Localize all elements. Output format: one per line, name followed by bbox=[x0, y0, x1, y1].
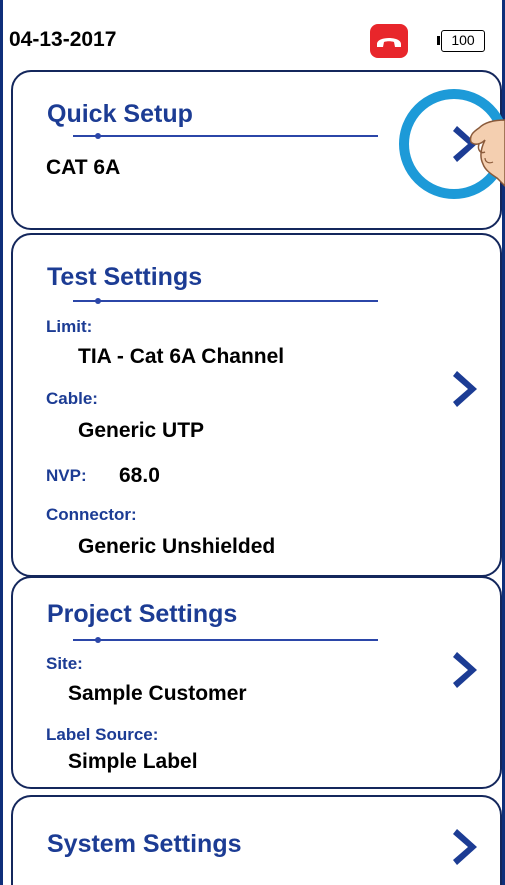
divider bbox=[73, 298, 378, 304]
cable-value: Generic UTP bbox=[78, 419, 205, 442]
project-settings-card[interactable]: Project Settings Site: Sample Customer L… bbox=[11, 576, 502, 789]
nvp-label: NVP: bbox=[46, 466, 87, 485]
chevron-right-icon[interactable] bbox=[451, 369, 483, 409]
battery-indicator: 100 bbox=[437, 30, 485, 52]
site-value: Sample Customer bbox=[68, 682, 247, 705]
connector-value: Generic Unshielded bbox=[78, 535, 276, 558]
limit-value: TIA - Cat 6A Channel bbox=[78, 345, 285, 368]
system-settings-card[interactable]: System Settings bbox=[11, 795, 502, 885]
label-source-value: Simple Label bbox=[68, 750, 198, 773]
divider bbox=[73, 637, 378, 643]
connector-label: Connector: bbox=[46, 505, 137, 524]
chevron-right-icon[interactable] bbox=[451, 827, 483, 867]
quick-setup-value: CAT 6A bbox=[46, 156, 121, 179]
phone-hangup-icon[interactable] bbox=[370, 24, 408, 58]
status-bar: 04-13-2017 100 bbox=[3, 0, 502, 58]
label-source-label: Label Source: bbox=[46, 725, 159, 744]
chevron-right-icon[interactable] bbox=[451, 650, 483, 690]
tester-screen: 04-13-2017 100 Quick Setup CAT 6A Test S… bbox=[0, 0, 505, 885]
pointing-hand-icon bbox=[469, 119, 505, 188]
test-settings-card[interactable]: Test Settings Limit: TIA - Cat 6A Channe… bbox=[11, 233, 502, 577]
system-settings-title: System Settings bbox=[47, 830, 242, 858]
cable-label: Cable: bbox=[46, 389, 98, 408]
project-settings-title: Project Settings bbox=[47, 600, 238, 628]
site-label: Site: bbox=[46, 654, 83, 673]
date-display: 04-13-2017 bbox=[9, 28, 117, 51]
divider bbox=[73, 133, 378, 139]
test-settings-title: Test Settings bbox=[47, 263, 203, 291]
battery-level: 100 bbox=[451, 32, 475, 48]
nvp-value: 68.0 bbox=[119, 464, 160, 487]
quick-setup-title: Quick Setup bbox=[47, 100, 193, 128]
limit-label: Limit: bbox=[46, 317, 93, 336]
